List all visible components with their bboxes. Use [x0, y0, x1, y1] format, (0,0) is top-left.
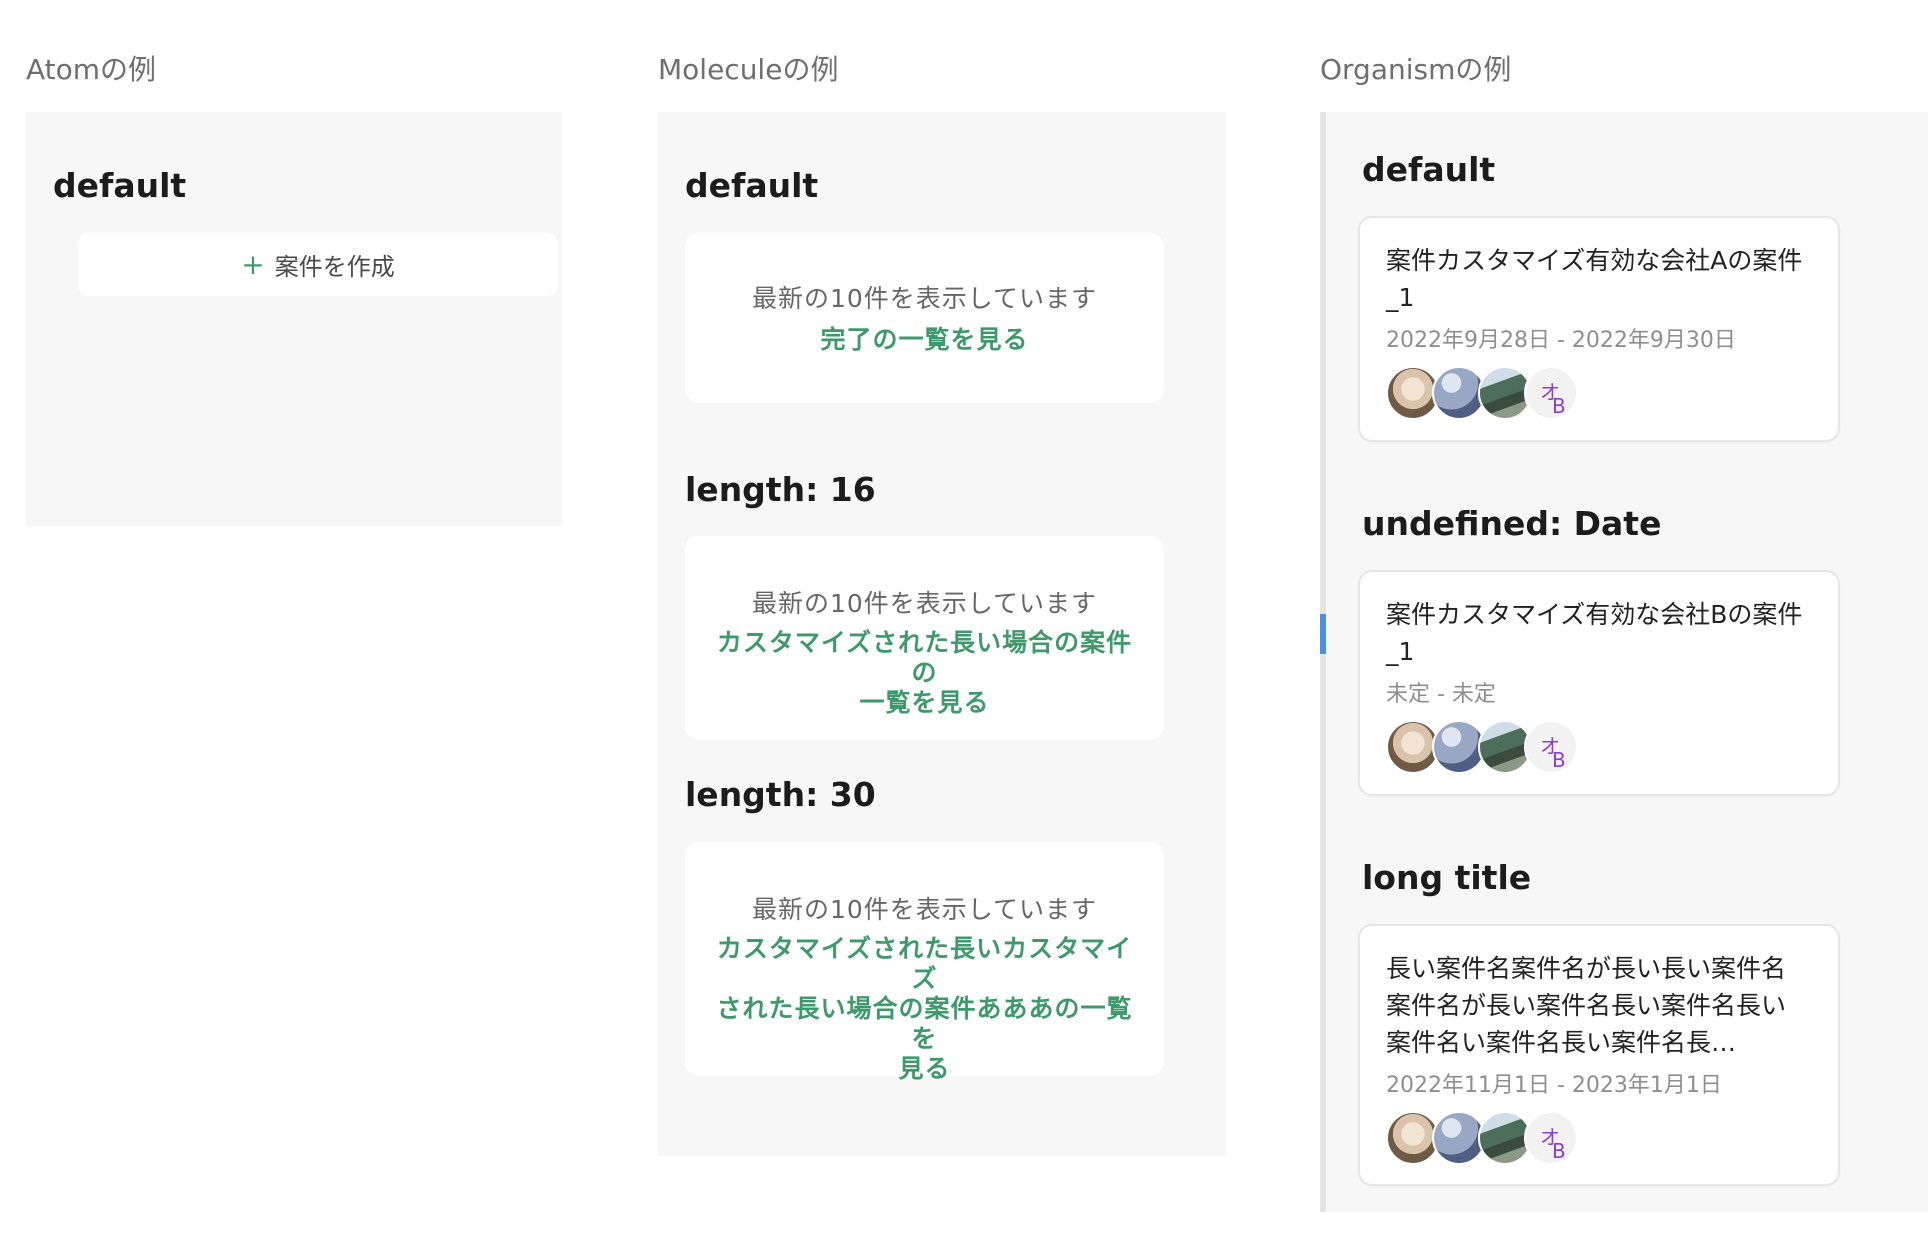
create-project-button[interactable]: + 案件を作成: [78, 233, 558, 296]
project-title: 案件カスタマイズ有効な会社Aの案件 _1: [1386, 246, 1803, 312]
avatar-initials: オB: [1524, 366, 1578, 420]
recent-info-text: 最新の10件を表示しています: [751, 284, 1098, 313]
organism-panel: default 案件カスタマイズ有効な会社Aの案件 _1 2022年9月28日 …: [1320, 112, 1928, 1212]
plus-icon: +: [241, 247, 265, 281]
member-avatars: オB: [1386, 366, 1812, 420]
recent-info-text: 最新の10件を表示しています: [751, 589, 1098, 618]
molecule-section-title: length: 30: [685, 775, 876, 814]
atom-section-title: default: [53, 166, 187, 205]
project-title: 案件カスタマイズ有効な会社Bの案件 _1: [1386, 600, 1803, 666]
project-date-range: 未定 - 未定: [1386, 682, 1496, 707]
project-date-range: 2022年9月28日 - 2022年9月30日: [1386, 328, 1736, 353]
view-all-link[interactable]: カスタマイズされた長いカスタマイズ された長い場合の案件あああの一覧を 見る: [707, 934, 1142, 1084]
project-title: 長い案件名案件名が長い長い案件名 案件名が長い案件名長い案件名長い 案件名い案件…: [1386, 954, 1787, 1057]
project-date-range: 2022年11月1日 - 2023年1月1日: [1386, 1073, 1722, 1098]
recent-list-card: 最新の10件を表示しています カスタマイズされた長い場合の案件の 一覧を見る: [685, 536, 1164, 740]
project-card[interactable]: 長い案件名案件名が長い長い案件名 案件名が長い案件名長い案件名長い 案件名い案件…: [1358, 924, 1840, 1186]
view-all-link[interactable]: 完了の一覧を見る: [707, 325, 1142, 355]
avatar-initials: オB: [1524, 1111, 1578, 1165]
member-avatars: オB: [1386, 720, 1812, 774]
create-project-label: 案件を作成: [274, 253, 395, 281]
recent-list-card: 最新の10件を表示しています 完了の一覧を見る: [685, 233, 1164, 403]
molecule-section-title: length: 16: [685, 470, 876, 509]
member-avatars: オB: [1386, 1111, 1812, 1165]
atom-column-heading: Atomの例: [26, 53, 157, 86]
organism-section-title: default: [1362, 150, 1496, 189]
view-all-link[interactable]: カスタマイズされた長い場合の案件の 一覧を見る: [707, 628, 1142, 718]
avatar-initials: オB: [1524, 720, 1578, 774]
project-card[interactable]: 案件カスタマイズ有効な会社Bの案件 _1 未定 - 未定 オB: [1358, 570, 1840, 796]
organism-column-heading: Organismの例: [1320, 53, 1512, 86]
project-card[interactable]: 案件カスタマイズ有効な会社Aの案件 _1 2022年9月28日 - 2022年9…: [1358, 216, 1840, 442]
molecule-column-heading: Moleculeの例: [658, 53, 839, 86]
recent-info-text: 最新の10件を表示しています: [751, 895, 1098, 924]
atom-panel: default + 案件を作成: [26, 112, 562, 526]
scroll-indicator[interactable]: [1320, 614, 1326, 654]
molecule-section-title: default: [685, 166, 819, 205]
recent-list-card: 最新の10件を表示しています カスタマイズされた長いカスタマイズ された長い場合…: [685, 842, 1164, 1083]
molecule-panel: default 最新の10件を表示しています 完了の一覧を見る length: …: [658, 112, 1226, 1156]
organism-section-title: long title: [1362, 858, 1532, 897]
organism-section-title: undefined: Date: [1362, 504, 1662, 543]
